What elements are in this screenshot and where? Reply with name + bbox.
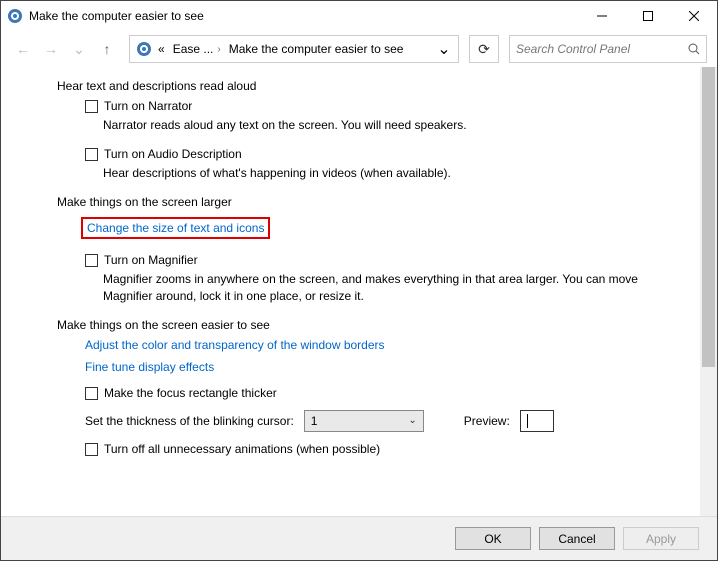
- checkbox-icon[interactable]: [85, 100, 98, 113]
- cursor-thickness-select[interactable]: 1 ⌄: [304, 410, 424, 432]
- cursor-preview: [520, 410, 554, 432]
- vertical-scrollbar[interactable]: [700, 67, 717, 516]
- address-bar[interactable]: « Ease ...› Make the computer easier to …: [129, 35, 459, 63]
- minimize-button[interactable]: [579, 1, 625, 31]
- checkbox-label: Turn off all unnecessary animations (whe…: [104, 442, 380, 456]
- checkbox-icon[interactable]: [85, 148, 98, 161]
- maximize-button[interactable]: [625, 1, 671, 31]
- highlight-box: Change the size of text and icons: [81, 217, 270, 239]
- section-heading: Make things on the screen larger: [57, 195, 660, 209]
- checkbox-label: Turn on Magnifier: [104, 253, 198, 267]
- search-input[interactable]: [510, 42, 682, 56]
- close-button[interactable]: [671, 1, 717, 31]
- checkbox-label: Turn on Narrator: [104, 99, 192, 113]
- checkbox-icon[interactable]: [85, 387, 98, 400]
- control-panel-icon: [7, 8, 23, 24]
- fine-tune-link[interactable]: Fine tune display effects: [85, 360, 214, 374]
- forward-button[interactable]: →: [39, 37, 63, 61]
- chevron-down-icon: ⌄: [408, 415, 416, 426]
- search-icon[interactable]: [682, 43, 706, 55]
- narrator-description: Narrator reads aloud any text on the scr…: [103, 117, 660, 133]
- checkbox-icon[interactable]: [85, 443, 98, 456]
- focus-rectangle-checkbox-row[interactable]: Make the focus rectangle thicker: [85, 386, 660, 400]
- back-button[interactable]: ←: [11, 37, 35, 61]
- audio-description-text: Hear descriptions of what's happening in…: [103, 165, 660, 181]
- checkbox-icon[interactable]: [85, 254, 98, 267]
- select-value: 1: [311, 414, 318, 428]
- ok-button[interactable]: OK: [455, 527, 531, 550]
- checkbox-label: Turn on Audio Description: [104, 147, 242, 161]
- nav-toolbar: ← → ⌄ ↑ « Ease ...› Make the computer ea…: [1, 31, 717, 67]
- audio-description-checkbox-row[interactable]: Turn on Audio Description: [85, 147, 660, 161]
- adjust-color-link[interactable]: Adjust the color and transparency of the…: [85, 338, 385, 352]
- chevron-right-icon: ›: [217, 44, 220, 55]
- up-button[interactable]: ↑: [95, 37, 119, 61]
- breadcrumb-label: Ease ...: [173, 42, 214, 56]
- magnifier-description: Magnifier zooms in anywhere on the scree…: [103, 271, 660, 303]
- section-heading: Hear text and descriptions read aloud: [57, 79, 660, 93]
- control-panel-icon: [134, 39, 154, 59]
- breadcrumb-item[interactable]: Make the computer easier to see: [225, 42, 408, 56]
- breadcrumb-label: Make the computer easier to see: [229, 42, 404, 56]
- change-text-size-link[interactable]: Change the size of text and icons: [87, 221, 264, 235]
- search-box[interactable]: [509, 35, 707, 63]
- checkbox-label: Make the focus rectangle thicker: [104, 386, 277, 400]
- titlebar: Make the computer easier to see: [1, 1, 717, 31]
- scrollbar-thumb[interactable]: [702, 67, 715, 367]
- cancel-button[interactable]: Cancel: [539, 527, 615, 550]
- animations-checkbox-row[interactable]: Turn off all unnecessary animations (whe…: [85, 442, 660, 456]
- apply-button[interactable]: Apply: [623, 527, 699, 550]
- breadcrumb-item[interactable]: Ease ...›: [169, 42, 225, 56]
- preview-label: Preview:: [464, 414, 510, 428]
- cursor-thickness-label: Set the thickness of the blinking cursor…: [85, 414, 294, 428]
- breadcrumb-prev[interactable]: «: [154, 42, 169, 56]
- window-title: Make the computer easier to see: [29, 9, 579, 23]
- recent-dropdown[interactable]: ⌄: [67, 37, 91, 61]
- address-dropdown-icon[interactable]: ⌄: [434, 39, 454, 59]
- window: Make the computer easier to see ← → ⌄ ↑ …: [0, 0, 718, 561]
- narrator-checkbox-row[interactable]: Turn on Narrator: [85, 99, 660, 113]
- magnifier-checkbox-row[interactable]: Turn on Magnifier: [85, 253, 660, 267]
- content-pane: Hear text and descriptions read aloud Tu…: [1, 67, 700, 516]
- cursor-icon: [527, 414, 528, 428]
- refresh-button[interactable]: ⟳: [469, 35, 499, 63]
- dialog-footer: OK Cancel Apply: [1, 516, 717, 560]
- section-heading: Make things on the screen easier to see: [57, 318, 660, 332]
